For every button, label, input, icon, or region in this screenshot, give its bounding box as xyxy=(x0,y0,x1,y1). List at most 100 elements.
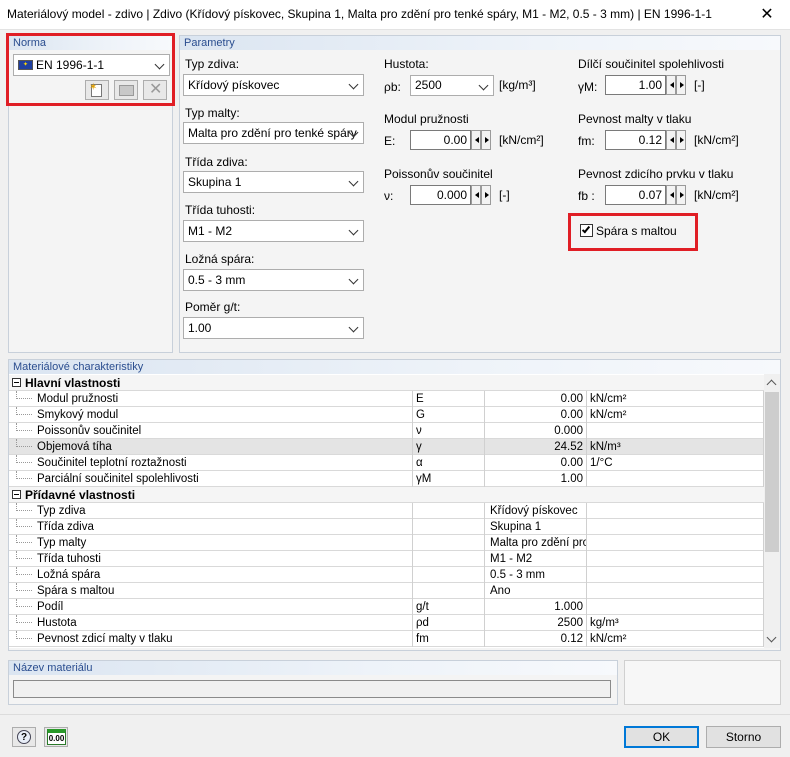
property-value: 1.000 xyxy=(488,599,587,615)
pevnost-prvku-input[interactable]: 0.07 xyxy=(605,185,666,205)
typ-zdiva-select[interactable]: Křídový pískovec xyxy=(183,74,364,96)
table-row[interactable]: Typ malty Malta pro zdění pro xyxy=(9,535,764,551)
collapse-icon[interactable] xyxy=(12,490,21,499)
window-title: Materiálový model - zdivo | Zdivo (Křído… xyxy=(7,7,712,21)
norma-select[interactable]: ✦ EN 1996-1-1 xyxy=(13,54,170,76)
property-unit: 1/°C xyxy=(590,455,764,471)
property-value: Křídový pískovec xyxy=(488,503,587,519)
charakteristiky-header: Materiálové charakteristiky xyxy=(13,361,144,373)
pevnost-prvku-increment[interactable] xyxy=(676,185,686,205)
calculator-button[interactable]: 0.00 xyxy=(44,727,68,747)
pomer-select[interactable]: 1.00 xyxy=(183,317,364,339)
property-value: 0.00 xyxy=(488,455,587,471)
property-symbol: fm xyxy=(416,631,485,647)
modul-symbol: E: xyxy=(384,134,396,148)
modul-increment[interactable] xyxy=(481,130,491,150)
lozna-spara-select[interactable]: 0.5 - 3 mm xyxy=(183,269,364,291)
hustota-symbol: ρb: xyxy=(384,80,401,94)
modul-input[interactable]: 0.00 xyxy=(410,130,471,150)
property-name: Součinitel teplotní roztažnosti xyxy=(37,455,413,471)
property-name: Typ zdiva xyxy=(37,503,413,519)
property-unit xyxy=(590,471,764,487)
property-unit xyxy=(590,519,764,535)
properties-grid: Hlavní vlastnosti Modul pružnosti E 0.00 kN/… xyxy=(9,374,764,648)
property-unit xyxy=(590,567,764,583)
table-row[interactable]: Ložná spára 0.5 - 3 mm xyxy=(9,567,764,583)
trida-zdiva-select[interactable]: Skupina 1 xyxy=(183,171,364,193)
table-row[interactable]: Hustota ρd 2500 kg/m³ xyxy=(9,615,764,631)
trida-tuhosti-label: Třída tuhosti: xyxy=(185,203,256,217)
help-icon: ? xyxy=(17,730,31,744)
help-button[interactable]: ? xyxy=(12,727,36,747)
poisson-input[interactable]: 0.000 xyxy=(410,185,471,205)
property-symbol xyxy=(416,519,485,535)
table-row[interactable]: Typ zdiva Křídový pískovec xyxy=(9,503,764,519)
property-name: Parciální součinitel spolehlivosti xyxy=(37,471,413,487)
trida-tuhosti-select[interactable]: M1 - M2 xyxy=(183,220,364,242)
property-value: Skupina 1 xyxy=(488,519,587,535)
property-value: M1 - M2 xyxy=(488,551,587,567)
property-symbol xyxy=(416,535,485,551)
table-row[interactable]: Modul pružnosti E 0.00 kN/cm² xyxy=(9,391,764,407)
property-name: Hustota xyxy=(37,615,413,631)
nazev-input[interactable] xyxy=(13,680,611,698)
edit-norm-button[interactable] xyxy=(114,80,138,100)
delete-norm-button[interactable]: ✕ xyxy=(143,80,167,100)
poisson-increment[interactable] xyxy=(481,185,491,205)
chevron-down-icon xyxy=(349,177,359,187)
dilci-increment[interactable] xyxy=(676,75,686,95)
spara-checkbox[interactable] xyxy=(580,224,593,237)
ok-button[interactable]: OK xyxy=(624,726,699,748)
typ-malty-label: Typ malty: xyxy=(185,106,240,120)
table-row[interactable]: Pevnost zdicí malty v tlaku fm 0.12 kN/cm² xyxy=(9,631,764,647)
property-value: Ano xyxy=(488,583,587,599)
table-row[interactable]: Poissonův součinitel ν 0.000 xyxy=(9,423,764,439)
hustota-select[interactable]: 2500 xyxy=(410,75,494,96)
new-norm-button[interactable]: ✶ xyxy=(85,80,109,100)
modul-decrement[interactable] xyxy=(471,130,481,150)
table-row[interactable]: Třída tuhosti M1 - M2 xyxy=(9,551,764,567)
group-row[interactable]: Přídavné vlastnosti xyxy=(9,487,764,503)
poisson-label: Poissonův součinitel xyxy=(384,167,493,181)
close-icon[interactable]: ✕ xyxy=(744,0,790,30)
property-symbol xyxy=(416,551,485,567)
pevnost-malty-input[interactable]: 0.12 xyxy=(605,130,666,150)
modul-unit: [kN/cm²] xyxy=(499,133,544,147)
scrollbar-thumb[interactable] xyxy=(765,392,779,552)
edit-icon xyxy=(119,85,134,96)
table-row[interactable]: Třída zdiva Skupina 1 xyxy=(9,519,764,535)
property-unit xyxy=(590,423,764,439)
footer-divider xyxy=(0,714,790,715)
chevron-down-icon xyxy=(349,275,359,285)
chevron-down-icon[interactable] xyxy=(766,632,777,643)
table-row[interactable]: Spára s maltou Ano xyxy=(9,583,764,599)
typ-malty-select[interactable]: Malta pro zdění pro tenké spáry xyxy=(183,122,364,144)
pevnost-prvku-unit: [kN/cm²] xyxy=(694,188,739,202)
cancel-button[interactable]: Storno xyxy=(706,726,781,748)
pevnost-malty-symbol: fm: xyxy=(578,134,595,148)
property-unit: kg/m³ xyxy=(590,615,764,631)
pevnost-malty-increment[interactable] xyxy=(676,130,686,150)
poisson-decrement[interactable] xyxy=(471,185,481,205)
pevnost-prvku-decrement[interactable] xyxy=(666,185,676,205)
eu-flag-icon: ✦ xyxy=(18,60,33,70)
pevnost-malty-decrement[interactable] xyxy=(666,130,676,150)
dilci-input[interactable]: 1.00 xyxy=(605,75,666,95)
hustota-label: Hustota: xyxy=(384,57,429,71)
table-row[interactable]: Součinitel teplotní roztažnosti α 0.00 1/°C xyxy=(9,455,764,471)
collapse-icon[interactable] xyxy=(12,378,21,387)
table-row[interactable]: Smykový modul G 0.00 kN/cm² xyxy=(9,407,764,423)
table-row[interactable]: Objemová tíha γ 24.52 kN/m³ xyxy=(9,439,764,455)
pomer-label: Poměr g/t: xyxy=(185,300,241,314)
group-row[interactable]: Hlavní vlastnosti xyxy=(9,375,764,391)
calculator-icon: 0.00 xyxy=(47,729,66,745)
dilci-decrement[interactable] xyxy=(666,75,676,95)
chevron-down-icon xyxy=(349,323,359,333)
property-symbol: α xyxy=(416,455,485,471)
grid-scrollbar[interactable] xyxy=(764,374,780,648)
typ-zdiva-label: Typ zdiva: xyxy=(185,57,240,71)
table-row[interactable]: Podíl g/t 1.000 xyxy=(9,599,764,615)
chevron-up-icon[interactable] xyxy=(766,379,777,390)
group-title: Hlavní vlastnosti xyxy=(25,376,121,390)
table-row[interactable]: Parciální součinitel spolehlivosti γM 1.00 xyxy=(9,471,764,487)
